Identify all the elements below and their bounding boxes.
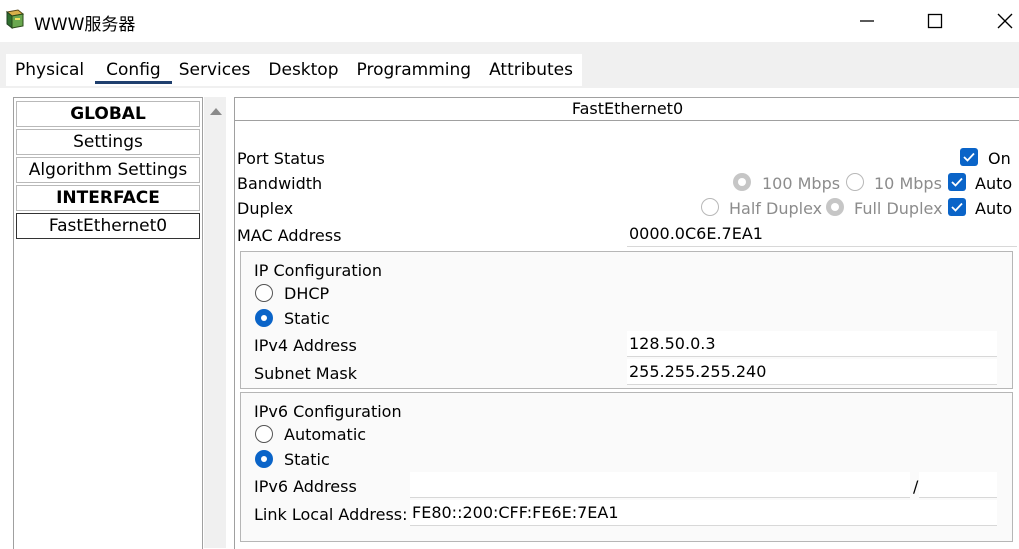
ipv6-static-label: Static — [284, 450, 330, 469]
ipv4-address-field[interactable]: 128.50.0.3 — [627, 331, 997, 357]
tab-attributes[interactable]: Attributes — [480, 54, 582, 86]
panel-title: FastEthernet0 — [235, 98, 1019, 121]
tab-services[interactable]: Services — [170, 54, 260, 86]
ipv6-prefix-slash: / — [913, 477, 919, 496]
tab-config[interactable]: Config — [95, 54, 172, 86]
sidebar-header-interface: INTERFACE — [16, 185, 200, 211]
bandwidth-auto-label: Auto — [975, 174, 1013, 193]
bandwidth-auto-checkbox[interactable] — [948, 173, 966, 191]
ipv6-prefix-field[interactable] — [919, 472, 997, 498]
sidebar-item-algorithm-settings[interactable]: Algorithm Settings — [16, 157, 200, 183]
half-duplex-label: Half Duplex — [729, 199, 823, 218]
sidebar: GLOBAL Settings Algorithm Settings INTER… — [13, 97, 203, 549]
ipv6-address-field[interactable] — [410, 472, 910, 498]
interface-panel: FastEthernet0 Port Status On Bandwidth 1… — [234, 97, 1019, 549]
link-local-address-label: Link Local Address: — [254, 505, 408, 524]
full-duplex-label: Full Duplex — [854, 199, 943, 218]
port-status-label: Port Status — [237, 149, 325, 168]
half-duplex-radio[interactable] — [701, 198, 719, 216]
minimize-button[interactable] — [852, 6, 882, 36]
scroll-up-icon[interactable] — [210, 108, 222, 115]
ipv4-config-title: IP Configuration — [254, 261, 382, 280]
ipv6-automatic-radio[interactable] — [255, 425, 273, 443]
link-local-address-field[interactable]: FE80::200:CFF:FE6E:7EA1 — [410, 500, 997, 526]
ipv6-static-radio[interactable] — [255, 450, 273, 468]
mac-address-field[interactable]: 0000.0C6E.7EA1 — [627, 221, 1017, 247]
window-title: WWW服务器 — [34, 15, 136, 35]
full-duplex-radio[interactable] — [826, 198, 844, 216]
duplex-auto-label: Auto — [975, 199, 1013, 218]
checkmark-icon — [951, 202, 963, 212]
ipv6-address-label: IPv6 Address — [254, 477, 357, 496]
subnet-mask-label: Subnet Mask — [254, 364, 358, 383]
close-icon — [997, 13, 1013, 29]
maximize-button[interactable] — [920, 6, 950, 36]
duplex-label: Duplex — [237, 199, 294, 218]
subnet-mask-field[interactable]: 255.255.255.240 — [627, 359, 997, 385]
sidebar-item-fastethernet0[interactable]: FastEthernet0 — [16, 213, 200, 239]
ipv6-config-title: IPv6 Configuration — [254, 402, 402, 421]
tab-desktop[interactable]: Desktop — [259, 54, 347, 86]
tab-physical[interactable]: Physical — [6, 54, 93, 86]
bandwidth-100-radio[interactable] — [733, 173, 751, 191]
title-bar: WWW服务器 — [0, 0, 1019, 42]
duplex-auto-checkbox[interactable] — [948, 198, 966, 216]
ipv4-static-radio[interactable] — [255, 309, 273, 327]
checkmark-icon — [951, 177, 963, 187]
bandwidth-label: Bandwidth — [237, 174, 323, 193]
close-button[interactable] — [990, 6, 1019, 36]
minimize-icon — [860, 20, 874, 22]
sidebar-header-global: GLOBAL — [16, 101, 200, 127]
sidebar-item-settings[interactable]: Settings — [16, 129, 200, 155]
port-status-checkbox[interactable] — [960, 148, 978, 166]
bandwidth-100-label: 100 Mbps — [762, 174, 841, 193]
ipv4-dhcp-radio[interactable] — [255, 284, 273, 302]
bandwidth-10-label: 10 Mbps — [874, 174, 942, 193]
ipv6-config-group: IPv6 Configuration Automatic Static IPv6… — [240, 392, 1013, 542]
bandwidth-10-radio[interactable] — [846, 173, 864, 191]
sidebar-scrollbar[interactable] — [204, 97, 226, 548]
ipv4-address-label: IPv4 Address — [254, 336, 357, 355]
maximize-icon — [927, 13, 943, 29]
ipv4-dhcp-label: DHCP — [284, 284, 330, 303]
server-app-icon — [4, 8, 26, 30]
tab-programming[interactable]: Programming — [348, 54, 481, 86]
mac-address-label: MAC Address — [237, 226, 342, 245]
ipv4-config-group: IP Configuration DHCP Static IPv4 Addres… — [240, 251, 1013, 389]
tab-list: Physical Config Services Desktop Program… — [6, 54, 582, 86]
port-status-on-label: On — [988, 149, 1011, 168]
ipv4-static-label: Static — [284, 309, 330, 328]
checkmark-icon — [963, 152, 975, 162]
ipv6-automatic-label: Automatic — [284, 425, 367, 444]
tab-bar: Physical Config Services Desktop Program… — [0, 42, 1019, 88]
